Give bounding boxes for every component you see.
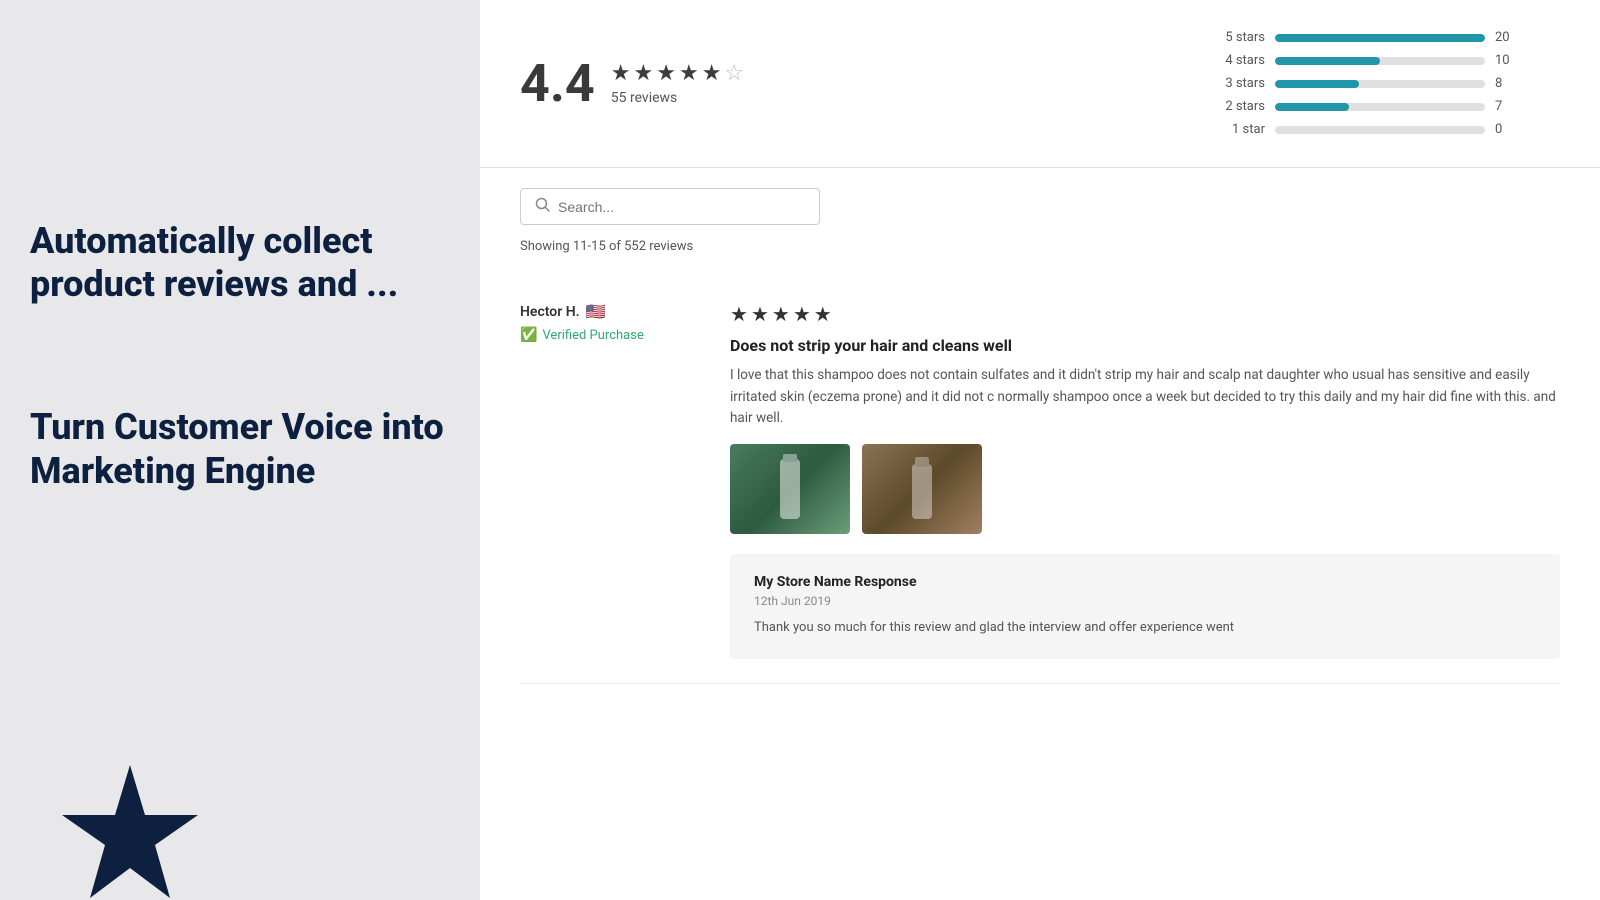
review-title: Does not strip your hair and cleans well — [730, 336, 1560, 355]
score-number: 4.4 — [520, 53, 595, 114]
showing-text: Showing 11-15 of 552 reviews — [520, 239, 1560, 254]
review-star-4: ★ — [793, 302, 811, 326]
bar-label-3: 2 stars — [1210, 99, 1265, 114]
stars-row: ★ ★ ★ ★ ★ ☆ — [611, 61, 744, 86]
response-text: Thank you so much for this review and gl… — [754, 618, 1536, 639]
star-2-icon: ★ — [633, 61, 653, 86]
reviewer-info: Hector H. 🇺🇸 ✅ Verified Purchase — [520, 302, 700, 659]
bar-row-4: 1 star 0 — [1210, 122, 1560, 137]
bar-fill-2 — [1275, 80, 1359, 88]
star-6-empty-icon: ☆ — [724, 61, 744, 86]
image-2-placeholder — [862, 444, 982, 534]
headline-1: Automatically collect product reviews an… — [30, 220, 450, 306]
check-icon: ✅ — [520, 327, 537, 343]
headline-1-line2: product reviews and ... — [30, 263, 398, 305]
star-5-half-icon: ★ — [702, 61, 722, 86]
bar-row-3: 2 stars 7 — [1210, 99, 1560, 114]
store-name: My Store Name Response — [754, 574, 1536, 590]
reviewer-name: Hector H. 🇺🇸 — [520, 302, 700, 321]
bar-chart: 5 stars 20 4 stars 10 3 stars 8 2 stars 7 1 star… — [1210, 30, 1560, 137]
bar-row-0: 5 stars 20 — [1210, 30, 1560, 45]
score-details: ★ ★ ★ ★ ★ ☆ 55 reviews — [611, 61, 744, 106]
bar-label-2: 3 stars — [1210, 76, 1265, 91]
review-count: 55 reviews — [611, 90, 744, 106]
headline-1-line1: Automatically collect — [30, 220, 373, 262]
review-star-1: ★ — [730, 302, 748, 326]
search-icon — [535, 197, 550, 216]
review-image-2 — [862, 444, 982, 534]
bar-track-4 — [1275, 126, 1485, 134]
verified-text: Verified Purchase — [542, 328, 643, 343]
bar-track-3 — [1275, 103, 1485, 111]
bar-count-3: 7 — [1495, 99, 1515, 114]
bar-row-2: 3 stars 8 — [1210, 76, 1560, 91]
bar-count-4: 0 — [1495, 122, 1515, 137]
response-date: 12th Jun 2019 — [754, 594, 1536, 608]
review-content: ★ ★ ★ ★ ★ Does not strip your hair and c… — [730, 302, 1560, 659]
review-star-5: ★ — [814, 302, 832, 326]
star-4-icon: ★ — [679, 61, 699, 86]
review-image-1 — [730, 444, 850, 534]
headline-2: Turn Customer Voice into Marketing Engin… — [30, 406, 450, 492]
bar-track-2 — [1275, 80, 1485, 88]
bar-count-1: 10 — [1495, 53, 1515, 68]
star-3-icon: ★ — [656, 61, 676, 86]
image-1-placeholder — [730, 444, 850, 534]
review-card: Hector H. 🇺🇸 ✅ Verified Purchase ★ ★ ★ ★… — [520, 278, 1560, 684]
bar-label-1: 4 stars — [1210, 53, 1265, 68]
star-decoration — [50, 760, 210, 900]
bar-fill-1 — [1275, 57, 1380, 65]
store-response: My Store Name Response 12th Jun 2019 Tha… — [730, 554, 1560, 659]
bar-label-4: 1 star — [1210, 122, 1265, 137]
review-body: I love that this shampoo does not contai… — [730, 365, 1560, 430]
reviewer-name-text: Hector H. — [520, 304, 580, 320]
right-panel: 4.4 ★ ★ ★ ★ ★ ☆ 55 reviews 5 stars 20 4 st… — [480, 0, 1600, 900]
bar-track-1 — [1275, 57, 1485, 65]
overall-score: 4.4 ★ ★ ★ ★ ★ ☆ 55 reviews — [520, 53, 744, 114]
reviews-section: Showing 11-15 of 552 reviews Hector H. 🇺… — [480, 168, 1600, 704]
review-stars: ★ ★ ★ ★ ★ — [730, 302, 1560, 326]
bar-fill-0 — [1275, 34, 1485, 42]
headline-2-line1: Turn Customer Voice into — [30, 406, 444, 448]
bar-count-0: 20 — [1495, 30, 1515, 45]
star-1-icon: ★ — [611, 61, 631, 86]
bar-label-0: 5 stars — [1210, 30, 1265, 45]
review-images — [730, 444, 1560, 534]
bar-track-0 — [1275, 34, 1485, 42]
review-star-3: ★ — [772, 302, 790, 326]
rating-summary: 4.4 ★ ★ ★ ★ ★ ☆ 55 reviews 5 stars 20 4 st… — [480, 0, 1600, 168]
bar-fill-3 — [1275, 103, 1349, 111]
flag-icon: 🇺🇸 — [586, 302, 606, 321]
left-panel: Automatically collect product reviews an… — [0, 0, 480, 900]
bar-count-2: 8 — [1495, 76, 1515, 91]
search-input[interactable] — [558, 199, 805, 215]
search-box[interactable] — [520, 188, 820, 225]
bar-row-1: 4 stars 10 — [1210, 53, 1560, 68]
verified-badge: ✅ Verified Purchase — [520, 327, 700, 343]
review-star-2: ★ — [751, 302, 769, 326]
headline-2-line2: Marketing Engine — [30, 450, 315, 492]
